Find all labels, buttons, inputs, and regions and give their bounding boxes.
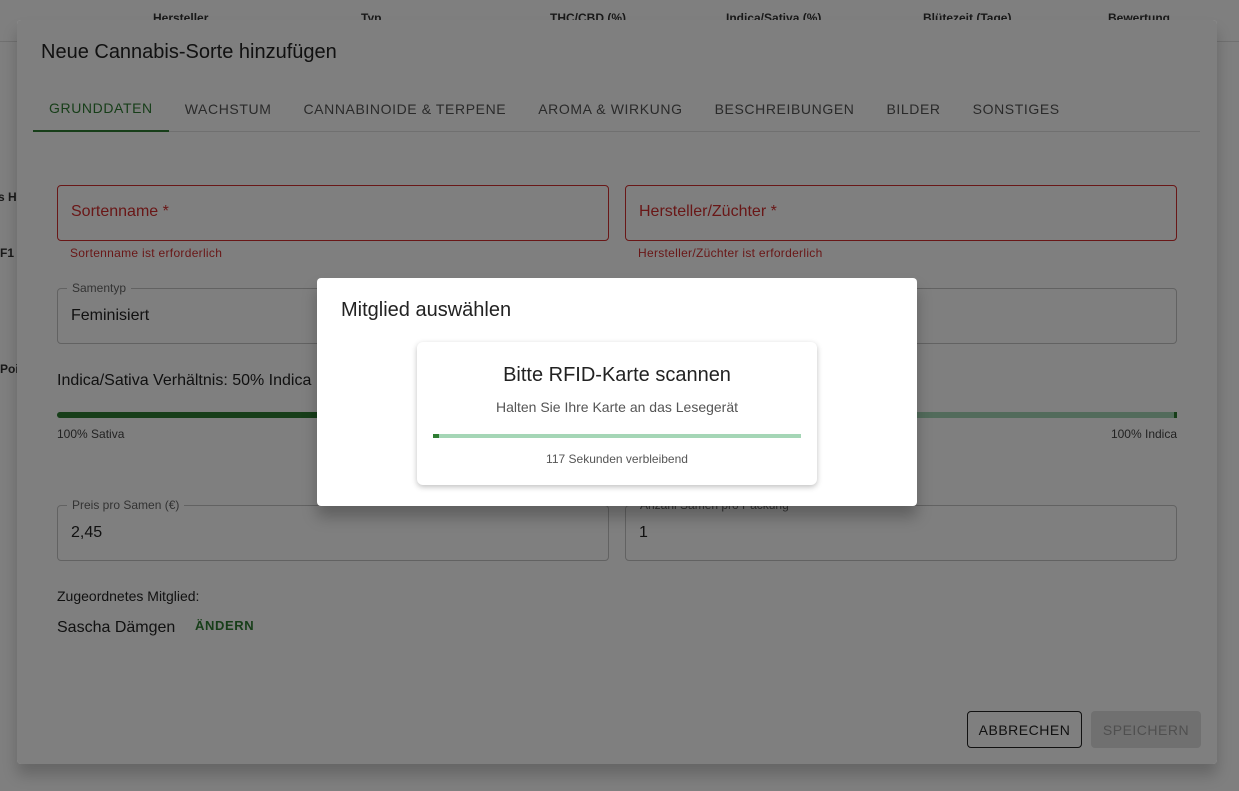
- rfid-card-subtitle: Halten Sie Ihre Karte an das Lesegerät: [495, 399, 739, 415]
- select-member-modal: Mitglied auswählen Bitte RFID-Karte scan…: [317, 278, 917, 506]
- rfid-card-title: Bitte RFID-Karte scannen: [503, 364, 731, 386]
- scan-progress-fill: [433, 434, 439, 438]
- time-remaining: 117 Sekunden verbleibend: [546, 452, 688, 466]
- scan-progress-bar: [433, 434, 801, 438]
- modal-title: Mitglied auswählen: [341, 299, 512, 321]
- rfid-scan-card: Bitte RFID-Karte scannen Halten Sie Ihre…: [417, 342, 817, 485]
